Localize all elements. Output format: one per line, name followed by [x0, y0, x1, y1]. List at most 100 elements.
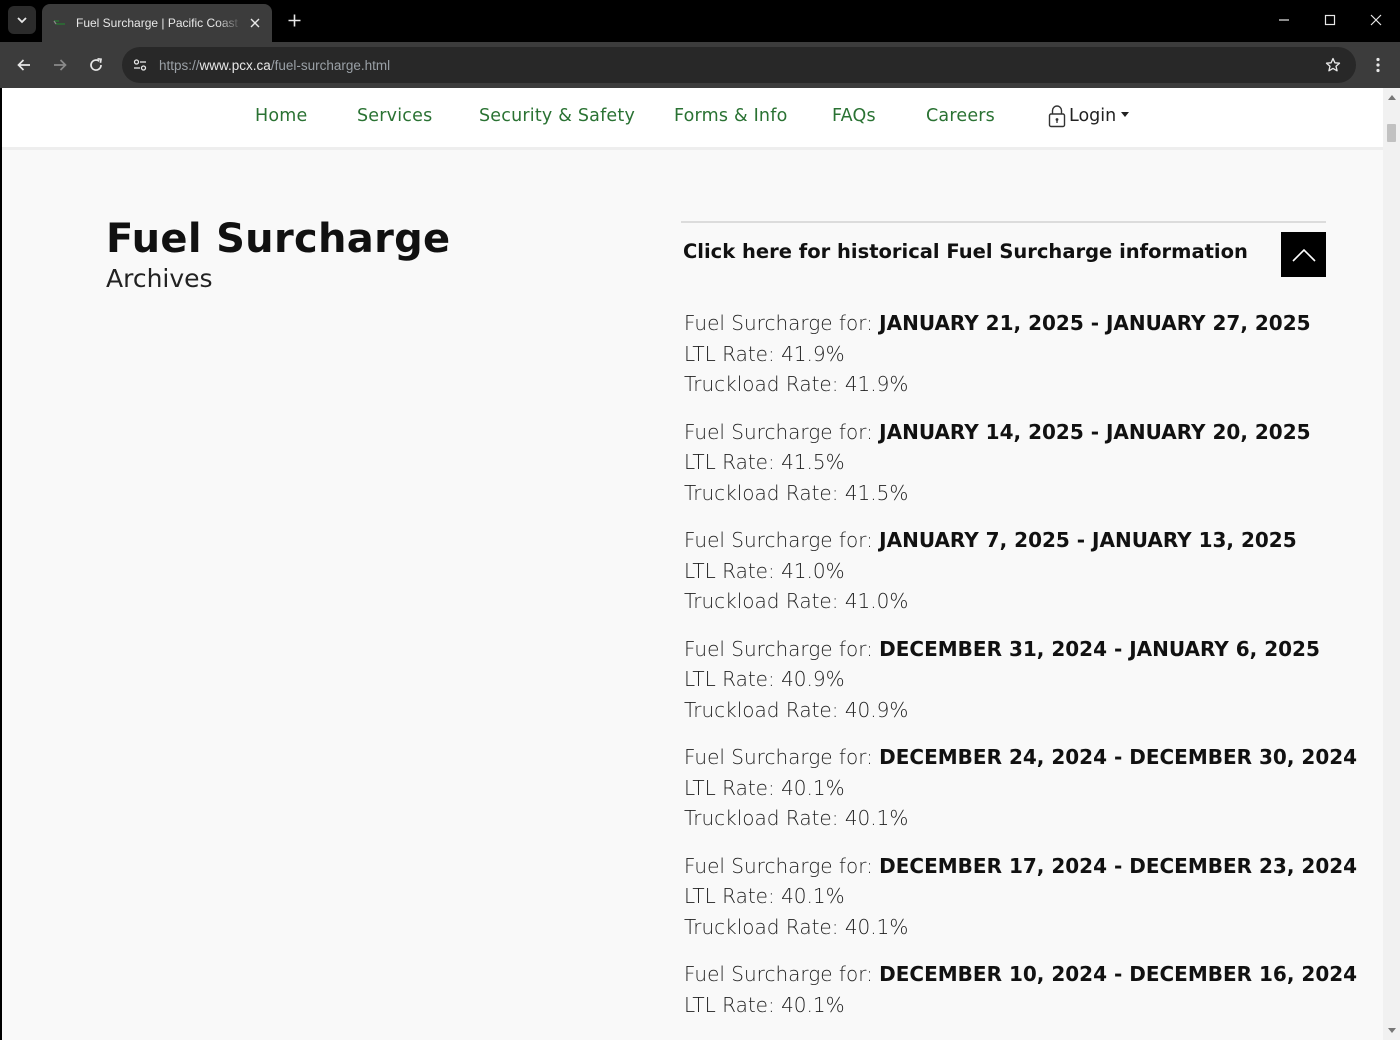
- ltl-rate-label: LTL Rate:: [684, 667, 782, 691]
- maximize-button[interactable]: [1315, 6, 1345, 34]
- truckload-rate: Truckload Rate: 40.1%: [684, 912, 1364, 943]
- bookmark-star-icon[interactable]: [1320, 52, 1346, 78]
- plus-icon: [288, 14, 300, 26]
- ltl-rate-value: 41.9%: [781, 341, 845, 366]
- new-tab-button[interactable]: [282, 8, 306, 32]
- ltl-rate-label: LTL Rate:: [684, 992, 782, 1017]
- minimize-icon: [1279, 19, 1289, 21]
- lock-icon: [1048, 105, 1066, 128]
- more-vert-icon: [1376, 57, 1380, 73]
- period-prefix: Fuel Surcharge for:: [684, 419, 880, 444]
- ltl-rate-label: LTL Rate:: [684, 775, 782, 800]
- truckload-rate-value: 40.1%: [844, 806, 909, 830]
- page-title: Fuel Surcharge: [106, 216, 451, 262]
- ltl-rate: LTL Rate: 41.9%: [684, 339, 1364, 370]
- scrollbar-thumb[interactable]: [1387, 124, 1396, 142]
- ltl-rate: LTL Rate: 41.5%: [684, 447, 1364, 478]
- close-tab-icon[interactable]: [246, 14, 264, 32]
- chevron-down-icon: [17, 17, 27, 24]
- scroll-up-arrow-icon[interactable]: [1383, 90, 1400, 104]
- ltl-rate-value: 40.1%: [781, 775, 845, 800]
- surcharge-entry: Fuel Surcharge for: DECEMBER 31, 2024 - …: [684, 634, 1364, 726]
- period-dates: DECEMBER 31, 2024 - JANUARY 6, 2025: [879, 636, 1320, 661]
- maximize-icon: [1324, 14, 1336, 26]
- url-host: www.pcx.ca: [199, 57, 271, 73]
- surcharge-period: Fuel Surcharge for: DECEMBER 31, 2024 - …: [684, 634, 1364, 665]
- site-info-icon[interactable]: [125, 50, 155, 80]
- login-dropdown[interactable]: Login: [1048, 104, 1130, 128]
- login-label: Login: [1069, 106, 1117, 126]
- period-prefix: Fuel Surcharge for:: [684, 528, 880, 552]
- nav-services[interactable]: Services: [357, 106, 432, 126]
- ltl-rate-value: 40.1%: [781, 884, 845, 908]
- url-scheme: https://: [159, 57, 200, 73]
- period-dates: JANUARY 14, 2025 - JANUARY 20, 2025: [879, 419, 1311, 444]
- surcharge-period: Fuel Surcharge for: DECEMBER 10, 2024 - …: [684, 959, 1364, 990]
- surcharge-list: Fuel Surcharge for: JANUARY 21, 2025 - J…: [684, 308, 1364, 1037]
- truckload-rate-label: Truckload Rate:: [684, 806, 845, 830]
- historical-info-link[interactable]: Click here for historical Fuel Surcharge…: [683, 240, 1248, 263]
- surcharge-period: Fuel Surcharge for: DECEMBER 24, 2024 - …: [684, 742, 1364, 773]
- surcharge-entry: Fuel Surcharge for: DECEMBER 17, 2024 - …: [684, 851, 1364, 943]
- period-prefix: Fuel Surcharge for:: [684, 636, 880, 661]
- surcharge-entry: Fuel Surcharge for: JANUARY 21, 2025 - J…: [684, 308, 1364, 400]
- truckload-rate-label: Truckload Rate:: [684, 480, 845, 505]
- ltl-rate: LTL Rate: 40.1%: [684, 773, 1364, 804]
- ltl-rate-label: LTL Rate:: [684, 558, 782, 583]
- truckload-rate-value: 41.0%: [844, 589, 909, 613]
- nav-forms-info[interactable]: Forms & Info: [674, 106, 788, 126]
- address-bar[interactable]: https://www.pcx.ca/fuel-surcharge.html: [122, 47, 1356, 83]
- truckload-rate-label: Truckload Rate:: [684, 697, 845, 722]
- truckload-rate: Truckload Rate: 40.9%: [684, 695, 1364, 726]
- truckload-rate: Truckload Rate: 41.5%: [684, 478, 1364, 509]
- reload-button[interactable]: [82, 51, 110, 79]
- ltl-rate-value: 41.0%: [781, 558, 845, 583]
- browser-toolbar: https://www.pcx.ca/fuel-surcharge.html: [0, 42, 1400, 88]
- truckload-rate: Truckload Rate: 40.1%: [684, 803, 1364, 834]
- scroll-down-arrow-icon[interactable]: [1383, 1024, 1400, 1038]
- surcharge-entry: Fuel Surcharge for: JANUARY 14, 2025 - J…: [684, 417, 1364, 509]
- period-dates: DECEMBER 24, 2024 - DECEMBER 30, 2024: [879, 745, 1358, 769]
- ltl-rate: LTL Rate: 40.1%: [684, 990, 1364, 1021]
- nav-security-safety[interactable]: Security & Safety: [479, 106, 635, 126]
- scroll-to-top-button[interactable]: [1281, 232, 1326, 277]
- truckload-rate-value: 40.1%: [844, 914, 909, 939]
- divider: [681, 221, 1326, 223]
- truckload-rate: Truckload Rate: 41.9%: [684, 369, 1364, 400]
- truckload-rate-label: Truckload Rate:: [684, 589, 845, 613]
- forward-button[interactable]: [46, 51, 74, 79]
- truckload-rate: Truckload Rate: 41.0%: [684, 586, 1364, 617]
- period-dates: DECEMBER 17, 2024 - DECEMBER 23, 2024: [879, 853, 1358, 878]
- ltl-rate-label: LTL Rate:: [684, 450, 782, 474]
- nav-faqs[interactable]: FAQs: [832, 106, 876, 126]
- truckload-rate-label: Truckload Rate:: [684, 372, 845, 396]
- period-prefix: Fuel Surcharge for:: [684, 311, 880, 335]
- ltl-rate-value: 40.9%: [781, 667, 845, 691]
- period-dates: JANUARY 7, 2025 - JANUARY 13, 2025: [879, 528, 1297, 552]
- page-scrollbar[interactable]: [1383, 88, 1400, 1040]
- browser-menu-button[interactable]: [1364, 51, 1392, 79]
- browser-tab-active[interactable]: Fuel Surcharge | Pacific Coast Express: [42, 4, 272, 42]
- nav-home[interactable]: Home: [255, 106, 307, 126]
- tab-title: Fuel Surcharge | Pacific Coast Express: [76, 16, 242, 30]
- ltl-rate-label: LTL Rate:: [684, 884, 782, 908]
- back-button[interactable]: [10, 51, 38, 79]
- site-favicon-icon: [52, 15, 68, 31]
- period-prefix: Fuel Surcharge for:: [684, 745, 880, 769]
- minimize-button[interactable]: [1269, 6, 1299, 34]
- page-viewport: Home Services Security & Safety Forms & …: [2, 88, 1383, 1040]
- period-prefix: Fuel Surcharge for:: [684, 853, 880, 878]
- close-window-button[interactable]: [1361, 6, 1391, 34]
- surcharge-period: Fuel Surcharge for: JANUARY 7, 2025 - JA…: [684, 525, 1364, 556]
- chevron-up-icon: [1291, 248, 1316, 262]
- caret-down-icon: [1121, 111, 1130, 117]
- url-path: /fuel-surcharge.html: [270, 57, 391, 73]
- period-prefix: Fuel Surcharge for:: [684, 962, 880, 986]
- ltl-rate-value: 40.1%: [781, 992, 845, 1017]
- url-text: https://www.pcx.ca/fuel-surcharge.html: [159, 58, 390, 73]
- surcharge-period: Fuel Surcharge for: JANUARY 21, 2025 - J…: [684, 308, 1364, 339]
- tab-search-button[interactable]: [8, 6, 36, 34]
- nav-careers[interactable]: Careers: [926, 106, 995, 126]
- surcharge-entry: Fuel Surcharge for: DECEMBER 10, 2024 - …: [684, 959, 1364, 1020]
- truckload-rate-value: 41.9%: [844, 372, 909, 396]
